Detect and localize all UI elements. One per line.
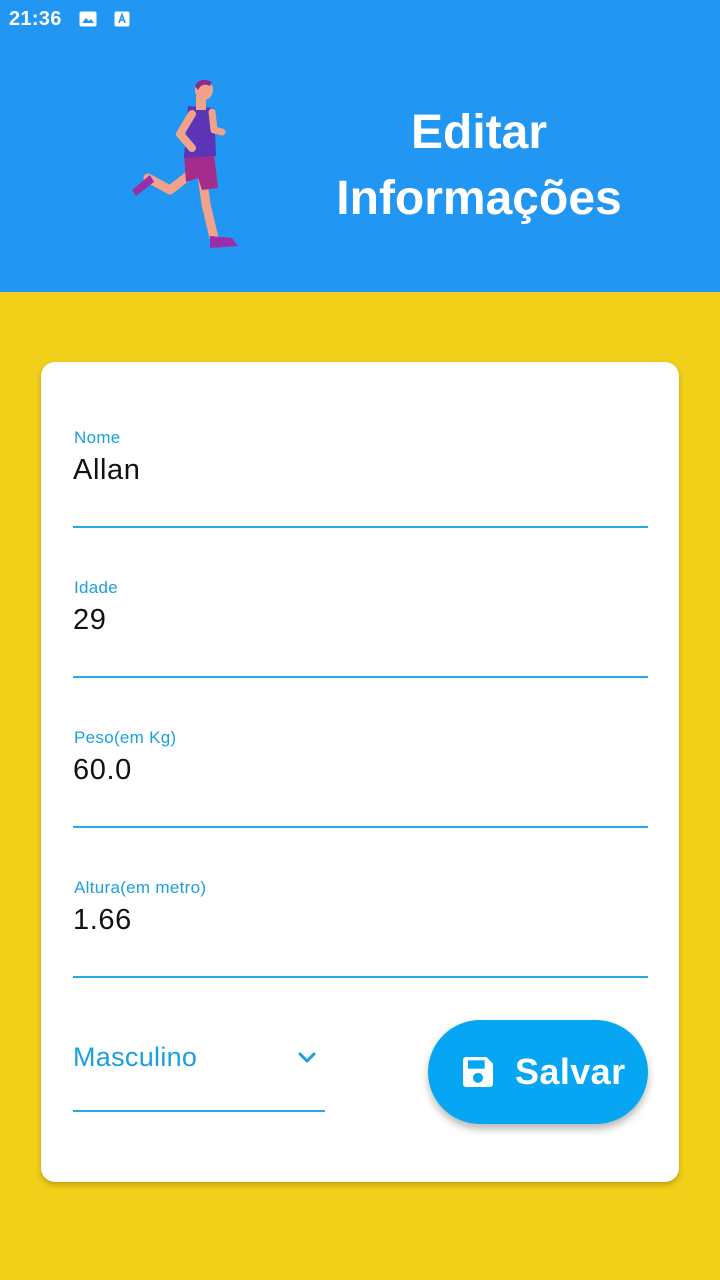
app-header: 21:36 Editar Informações xyxy=(0,0,720,292)
weight-field-label: Peso(em Kg) xyxy=(74,728,177,747)
weight-field[interactable]: Peso(em Kg) xyxy=(73,728,648,828)
height-field[interactable]: Altura(em metro) xyxy=(73,878,648,978)
text-a-icon xyxy=(113,11,131,27)
runner-illustration xyxy=(132,79,238,248)
floppy-disk-icon xyxy=(463,1057,493,1087)
age-input[interactable] xyxy=(73,604,633,637)
gender-select-value: Masculino xyxy=(73,1042,198,1072)
status-time: 21:36 xyxy=(9,7,62,30)
save-button[interactable]: Salvar xyxy=(428,1020,648,1124)
height-field-label: Altura(em metro) xyxy=(74,878,207,897)
age-field-label: Idade xyxy=(74,578,119,597)
age-field[interactable]: Idade xyxy=(73,578,648,678)
image-icon xyxy=(79,11,97,27)
page-title: Editar Informações xyxy=(320,100,638,232)
form-card: Nome Idade Peso(em Kg) Altura(em metro) … xyxy=(41,362,679,1182)
name-field[interactable]: Nome xyxy=(73,428,648,528)
weight-input[interactable] xyxy=(73,754,633,787)
save-button-label: Salvar xyxy=(515,1051,626,1092)
status-bar: 21:36 xyxy=(0,0,720,38)
name-input[interactable] xyxy=(73,454,633,487)
height-input[interactable] xyxy=(73,904,633,937)
page-title-line2: Informações xyxy=(336,172,622,225)
chevron-down-icon xyxy=(298,1052,316,1063)
gender-select[interactable]: Masculino xyxy=(73,1032,325,1112)
name-field-label: Nome xyxy=(74,428,121,447)
page-title-line1: Editar xyxy=(410,106,548,159)
